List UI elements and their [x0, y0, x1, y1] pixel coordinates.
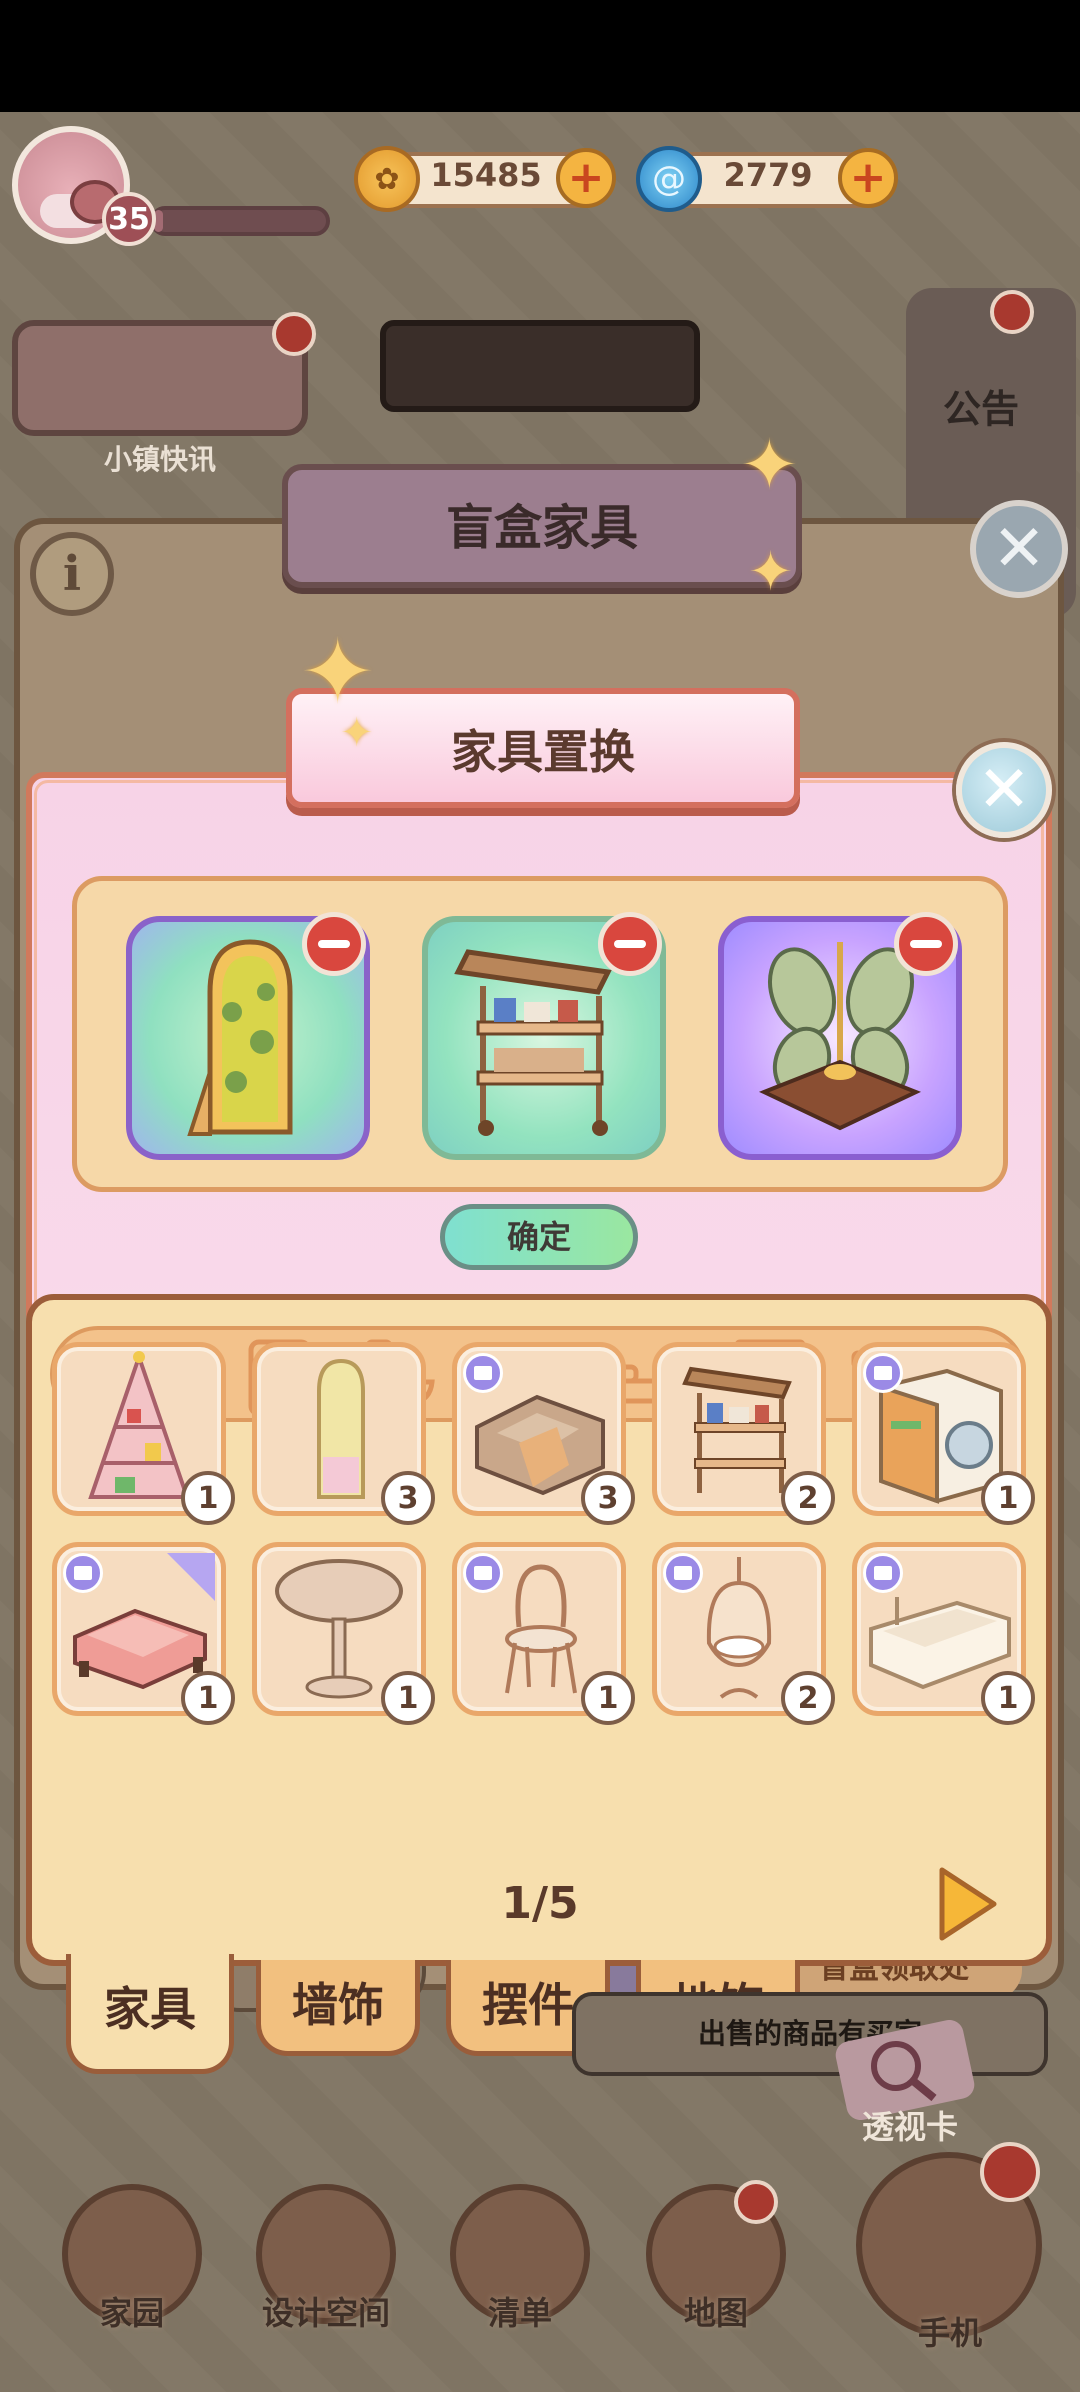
- tab-furniture[interactable]: 家具: [66, 1954, 234, 2074]
- tag-icon: [463, 1553, 503, 1593]
- sparkle-icon: ✦: [748, 540, 794, 603]
- tag-icon: [463, 1353, 503, 1393]
- inventory-item[interactable]: 2: [652, 1342, 835, 1525]
- nav-map-label: 地图: [683, 2294, 748, 2332]
- coin-counter: ✿ 15485 +: [354, 146, 616, 212]
- item-count: 2: [781, 1671, 835, 1725]
- lens-card-label: 透视卡: [861, 2108, 958, 2146]
- item-count: 1: [181, 1471, 235, 1525]
- level-badge: 35: [102, 192, 156, 246]
- item-count: 3: [381, 1471, 435, 1525]
- coin-icon: ✿: [354, 146, 420, 212]
- inventory-item[interactable]: 1: [52, 1342, 235, 1525]
- nav-list-label: 清单: [487, 2294, 552, 2332]
- inventory-item[interactable]: 1: [852, 1542, 1035, 1725]
- paint-flag-icon: [167, 1553, 215, 1601]
- inventory-item[interactable]: 1: [252, 1542, 435, 1725]
- item-count: 2: [781, 1471, 835, 1525]
- arrow-right-icon: [939, 1867, 997, 1941]
- item-count: 1: [381, 1671, 435, 1725]
- tab-wall-decor[interactable]: 墙饰: [256, 1960, 420, 2056]
- bulletin-screen: [380, 320, 700, 412]
- remove-slot-3-button[interactable]: [894, 912, 958, 976]
- blindbox-close-icon[interactable]: ✕: [970, 500, 1068, 598]
- blindbox-title: 盲盒家具: [445, 500, 638, 556]
- nav-design-label: 设计空间: [261, 2294, 390, 2332]
- swirl-gem-icon: @: [636, 146, 702, 212]
- nav-home-label: 家园: [99, 2294, 164, 2332]
- status-bar: [0, 0, 1080, 112]
- add-coins-button[interactable]: +: [556, 148, 616, 208]
- next-page-button[interactable]: [934, 1864, 1000, 1944]
- inventory-item[interactable]: 2: [652, 1542, 835, 1725]
- inventory-item[interactable]: 1: [452, 1542, 635, 1725]
- item-count: 3: [581, 1471, 635, 1525]
- inventory-item[interactable]: 1: [52, 1542, 235, 1725]
- xp-bar: [150, 206, 330, 236]
- inventory-item[interactable]: 3: [252, 1342, 435, 1525]
- info-icon[interactable]: i: [30, 532, 114, 616]
- sparkle-icon: ✦: [740, 424, 799, 506]
- nav-phone-label: 手机: [917, 2314, 982, 2352]
- map-red-dot: [734, 2180, 778, 2224]
- item-count: 1: [981, 1671, 1035, 1725]
- coin-amount: 15485: [430, 156, 542, 194]
- remove-slot-1-button[interactable]: [302, 912, 366, 976]
- inventory-item[interactable]: 1: [852, 1342, 1035, 1525]
- game-screen: 35 ✿ 15485 + @ 2779 + 小镇快讯 公告 i 盲盒家具 ✕ 盲…: [0, 112, 1080, 2392]
- notice-red-dot: [990, 290, 1034, 334]
- phone-red-dot: [980, 2142, 1040, 2202]
- item-count: 1: [981, 1471, 1035, 1525]
- item-count: 1: [181, 1671, 235, 1725]
- item-count: 1: [581, 1671, 635, 1725]
- sparkle-icon: ✦: [340, 710, 374, 756]
- page-indicator: 1/5: [501, 1878, 579, 1929]
- gem-amount: 2779: [723, 156, 813, 194]
- remove-slot-2-button[interactable]: [598, 912, 662, 976]
- notice-label[interactable]: 公告: [936, 378, 1026, 433]
- gem-counter: @ 2779 +: [636, 146, 898, 212]
- news-board[interactable]: [12, 320, 308, 436]
- inventory-item[interactable]: 3: [452, 1342, 635, 1525]
- tag-icon: [663, 1553, 703, 1593]
- tag-icon: [863, 1553, 903, 1593]
- close-icon[interactable]: ✕: [956, 742, 1052, 838]
- tag-icon: [863, 1353, 903, 1393]
- tag-icon: [63, 1553, 103, 1593]
- news-label: 小镇快讯: [103, 443, 216, 476]
- confirm-button[interactable]: 确定: [440, 1204, 638, 1270]
- news-red-dot: [272, 312, 316, 356]
- add-gems-button[interactable]: +: [838, 148, 898, 208]
